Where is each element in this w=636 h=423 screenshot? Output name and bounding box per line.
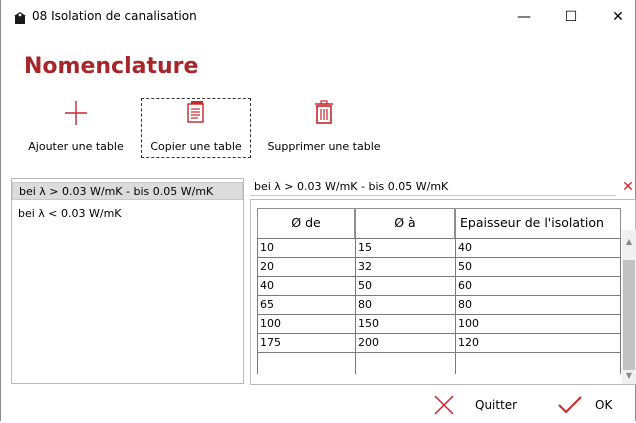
plus-icon [23, 98, 129, 128]
table-cell[interactable]: 100 [455, 314, 621, 333]
table-cell-new[interactable] [455, 352, 621, 374]
column-header-to[interactable]: Ø à [355, 208, 455, 238]
table-name-field[interactable]: bei λ > 0.03 W/mK - bis 0.05 W/mK [250, 178, 616, 196]
table-cell[interactable]: 100 [257, 314, 355, 333]
table-cell[interactable]: 15 [355, 238, 455, 257]
list-item-table-2[interactable]: bei λ < 0.03 W/mK [12, 205, 243, 223]
table-cell[interactable]: 65 [257, 295, 355, 314]
window: 08 Isolation de canalisation — ☐ ✕ Nomen… [0, 0, 636, 421]
table-cell[interactable]: 80 [455, 295, 621, 314]
column-header-thickness[interactable]: Epaisseur de l'isolation [455, 208, 621, 238]
thickness-grid[interactable]: Ø de Ø à Epaisseur de l'isolation 10 15 … [250, 199, 636, 385]
delete-table-button[interactable]: Supprimer une table [263, 98, 385, 156]
add-table-button[interactable]: Ajouter une table [23, 98, 129, 156]
close-icon [433, 395, 455, 423]
maximize-button[interactable]: ☐ [556, 6, 586, 28]
table-cell[interactable]: 50 [455, 257, 621, 276]
app-icon [13, 10, 27, 24]
scroll-thumb[interactable] [623, 260, 635, 370]
checkmark-icon [557, 395, 583, 423]
delete-name-icon[interactable]: ✕ [621, 178, 635, 196]
close-window-button[interactable]: ✕ [603, 6, 633, 28]
table-cell[interactable]: 32 [355, 257, 455, 276]
table-cell[interactable]: 10 [257, 238, 355, 257]
copy-table-button[interactable]: Copier une table [141, 98, 251, 158]
ok-button[interactable]: OK [557, 393, 627, 417]
table-cell[interactable]: 150 [355, 314, 455, 333]
window-title: 08 Isolation de canalisation [32, 9, 197, 23]
trash-icon [263, 98, 385, 128]
table-cell[interactable]: 120 [455, 333, 621, 352]
minimize-button[interactable]: — [509, 6, 539, 28]
table-cell[interactable]: 60 [455, 276, 621, 295]
table-list[interactable]: bei λ > 0.03 W/mK - bis 0.05 W/mK bei λ … [11, 178, 244, 384]
copy-table-label: Copier une table [150, 140, 242, 153]
table-cell-new[interactable] [257, 352, 355, 374]
table-cell[interactable]: 175 [257, 333, 355, 352]
scroll-up-icon[interactable]: ▲ [622, 236, 636, 248]
table-cell[interactable]: 20 [257, 257, 355, 276]
delete-table-label: Supprimer une table [267, 140, 381, 153]
grid-scrollbar[interactable]: ▲ ▼ [622, 230, 636, 384]
table-cell[interactable]: 40 [455, 238, 621, 257]
quit-button[interactable]: Quitter [433, 393, 523, 417]
scroll-down-icon[interactable]: ▼ [622, 370, 636, 382]
table-cell[interactable]: 50 [355, 276, 455, 295]
title-bar[interactable]: 08 Isolation de canalisation — ☐ ✕ [1, 0, 636, 34]
column-header-from[interactable]: Ø de [257, 208, 355, 238]
table-cell[interactable]: 80 [355, 295, 455, 314]
table-cell-new[interactable] [355, 352, 455, 374]
page-title: Nomenclature [24, 54, 199, 79]
list-item-table-1[interactable]: bei λ > 0.03 W/mK - bis 0.05 W/mK [12, 182, 243, 200]
add-table-label: Ajouter une table [28, 140, 124, 153]
copy-icon [142, 99, 250, 129]
ok-label: OK [595, 398, 613, 412]
table-cell[interactable]: 40 [257, 276, 355, 295]
quit-label: Quitter [475, 398, 518, 412]
table-cell[interactable]: 200 [355, 333, 455, 352]
